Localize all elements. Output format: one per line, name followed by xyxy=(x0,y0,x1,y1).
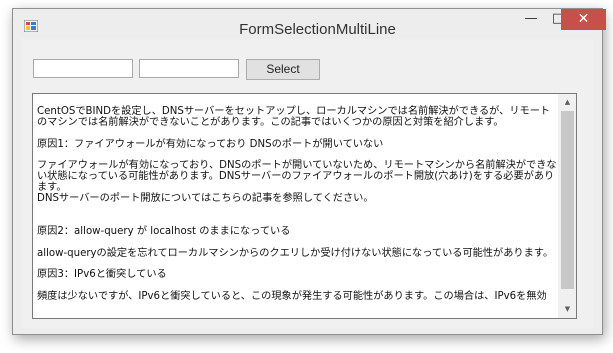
paragraph-cause-2-detail: allow-queryの設定を忘れてローカルマシンからのクエリしか受け付けない状… xyxy=(37,247,554,259)
title-bar[interactable]: FormSelectionMultiLine — □ ✕ xyxy=(13,9,606,39)
vertical-scrollbar[interactable]: ▲ ▼ xyxy=(558,94,576,318)
window-title: FormSelectionMultiLine xyxy=(239,21,396,38)
scroll-up-icon[interactable]: ▲ xyxy=(559,94,576,111)
scroll-down-icon[interactable]: ▼ xyxy=(559,301,576,318)
paragraph-cause-1-detail: ファイアウォールが有効になっており、DNSのポートが開いていないため、リモートマ… xyxy=(37,160,557,204)
paragraph-cause-3-detail: 頻度は少ないですが、IPv6と衝突していると、この現象が発生する可能性があります… xyxy=(37,290,547,302)
scrollbar-thumb[interactable] xyxy=(561,111,574,289)
paragraph-cause-2: 原因2：allow-query が localhost のままになっている xyxy=(37,226,291,237)
paragraph-intro: CentOSでBINDを設定し、DNSサーバーをセットアップし、ローカルマシンで… xyxy=(37,106,551,128)
close-button[interactable]: ✕ xyxy=(561,9,606,30)
app-window: FormSelectionMultiLine — □ ✕ Select Cent… xyxy=(12,8,606,335)
paragraph-cause-1: 原因1：ファイアウォールが有効になっており DNSのポートが開いていない xyxy=(37,138,384,150)
textbox-content: CentOSでBINDを設定し、DNSサーバーをセットアップし、ローカルマシンで… xyxy=(37,106,557,312)
multiline-textbox[interactable]: CentOSでBINDを設定し、DNSサーバーをセットアップし、ローカルマシンで… xyxy=(32,93,577,319)
textbox-2[interactable] xyxy=(139,59,239,78)
minimize-button[interactable]: — xyxy=(517,9,545,30)
client-area: Select CentOSでBINDを設定し、DNSサーバーをセットアップし、ロ… xyxy=(21,39,594,328)
select-button[interactable]: Select xyxy=(246,59,320,80)
textbox-1[interactable] xyxy=(33,59,133,78)
paragraph-cause-3: 原因3：IPv6と衝突している xyxy=(37,269,167,280)
